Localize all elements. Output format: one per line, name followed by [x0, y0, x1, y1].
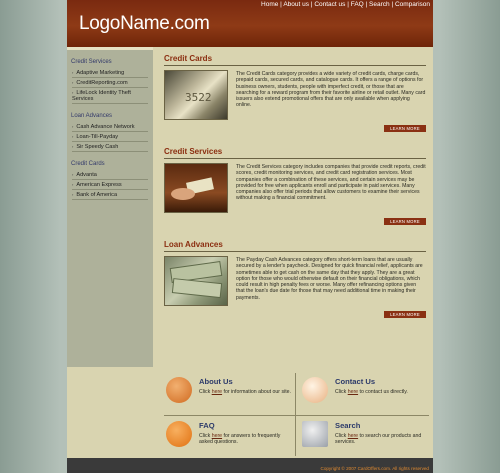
divider	[164, 158, 426, 159]
sidebar-arrow-icon: ›	[72, 123, 74, 129]
sidebar-item[interactable]: › CreditReporting.com	[72, 78, 148, 88]
learn-more-button[interactable]: LEARN MORE	[384, 125, 426, 132]
sidebar-item[interactable]: › Loan-Till-Payday	[72, 132, 148, 142]
sidebar-item-label: Loan-Till-Payday	[76, 133, 119, 140]
money-stack-photo	[164, 256, 228, 306]
sidebar-arrow-icon: ›	[72, 79, 74, 85]
sidebar-arrow-icon: ›	[72, 69, 74, 75]
search-link[interactable]: here	[348, 433, 358, 439]
sidebar-item-label: Advanta	[76, 171, 97, 178]
section-credit-cards: Credit Cards 3522 The Credit Cards categ…	[164, 54, 426, 147]
credit-card-photo: 3522	[164, 70, 228, 120]
nav-search[interactable]: Search	[369, 1, 390, 8]
question-icon	[166, 421, 192, 447]
nav-about[interactable]: About us	[283, 1, 309, 8]
sidebar-item-label: American Express	[76, 181, 122, 188]
copyright: Copyright © 2007 CardOffers.com. All rig…	[320, 466, 430, 471]
sidebar-item-label: Bank of America	[76, 191, 118, 198]
divider	[164, 415, 429, 416]
section-title: Loan Advances	[164, 240, 223, 249]
sidebar-arrow-icon: ›	[72, 89, 74, 95]
sidebar-item[interactable]: › LifeLock Identity Theft Services	[72, 88, 148, 104]
sidebar-item[interactable]: › Adaptive Marketing	[72, 68, 148, 78]
search-box: Search Click here to search our products…	[300, 419, 430, 457]
top-nav: Home | About us | Contact us | FAQ | Sea…	[261, 1, 430, 8]
sidebar-arrow-icon: ›	[72, 143, 74, 149]
divider	[164, 65, 426, 66]
search-title[interactable]: Search	[335, 421, 360, 430]
desc-pre: Click	[335, 433, 348, 439]
section-text: The Credit Cards category provides a wid…	[236, 71, 426, 109]
contact-us-desc: Click here to contact us directly.	[335, 389, 430, 395]
section-credit-services: Credit Services The Credit Services cate…	[164, 147, 426, 240]
contact-us-link[interactable]: here	[348, 389, 358, 395]
logo[interactable]: LogoName.com	[79, 13, 210, 35]
logo-bold: LogoName	[79, 13, 170, 34]
about-us-desc: Click here for information about our sit…	[199, 389, 294, 395]
sidebar-arrow-icon: ›	[72, 171, 74, 177]
header: LogoName.com Home | About us | Contact u…	[67, 0, 433, 47]
sidebar-arrow-icon: ›	[72, 133, 74, 139]
faq-title[interactable]: FAQ	[199, 421, 215, 430]
sidebar-item-label: CreditReporting.com	[76, 79, 128, 86]
phone-icon	[302, 377, 328, 403]
section-title: Credit Services	[164, 147, 223, 156]
faq-box: FAQ Click here for answers to frequently…	[164, 419, 294, 457]
bottom-links: About Us Click here for information abou…	[164, 373, 429, 456]
faq-desc: Click here for answers to frequently ask…	[199, 433, 294, 446]
desc-pre: Click	[199, 389, 212, 395]
logo-suffix: .com	[169, 13, 210, 34]
desc-post: to contact us directly.	[358, 389, 408, 395]
nav-home[interactable]: Home	[261, 1, 278, 8]
divider	[164, 251, 426, 252]
svg-text:3522: 3522	[185, 91, 212, 104]
sidebar-item[interactable]: › Advanta	[72, 170, 148, 180]
learn-more-button[interactable]: LEARN MORE	[384, 218, 426, 225]
nav-comparison[interactable]: Comparison	[395, 1, 430, 8]
sidebar-item-label: Cash Advance Network	[76, 123, 135, 130]
sidebar-heading: Credit Services	[71, 59, 112, 65]
main-content: Credit Cards 3522 The Credit Cards categ…	[164, 54, 426, 333]
sidebar-item[interactable]: › Cash Advance Network	[72, 122, 148, 132]
footer: Copyright © 2007 CardOffers.com. All rig…	[67, 458, 433, 473]
sidebar-item-label: LifeLock Identity Theft Services	[72, 89, 131, 102]
section-title: Credit Cards	[164, 54, 213, 63]
sidebar-item-label: Sir Speedy Cash	[76, 143, 119, 150]
about-us-title[interactable]: About Us	[199, 377, 233, 386]
sidebar-heading: Credit Cards	[71, 161, 105, 167]
contact-us-box: Contact Us Click here to contact us dire…	[300, 375, 430, 413]
sidebar-arrow-icon: ›	[72, 181, 74, 187]
desc-pre: Click	[335, 389, 348, 395]
desc-post: for information about our site.	[222, 389, 291, 395]
section-text: The Credit Services category includes co…	[236, 164, 426, 202]
learn-more-button[interactable]: LEARN MORE	[384, 311, 426, 318]
sidebar: Credit Services › Adaptive Marketing › Cre…	[67, 47, 153, 367]
about-us-link[interactable]: here	[212, 389, 222, 395]
page-container: LogoName.com Home | About us | Contact u…	[67, 0, 433, 473]
faq-link[interactable]: here	[212, 433, 222, 439]
sidebar-item[interactable]: › Bank of America	[72, 190, 148, 200]
sidebar-item[interactable]: › American Express	[72, 180, 148, 190]
magnifier-icon	[302, 421, 328, 447]
sidebar-heading: Loan Advances	[71, 113, 113, 119]
nav-contact[interactable]: Contact us	[314, 1, 345, 8]
desc-pre: Click	[199, 433, 212, 439]
sidebar-item[interactable]: › Sir Speedy Cash	[72, 142, 148, 152]
sidebar-item-label: Adaptive Marketing	[76, 69, 125, 76]
contact-us-title[interactable]: Contact Us	[335, 377, 375, 386]
search-desc: Click here to search our products and se…	[335, 433, 430, 446]
people-icon	[166, 377, 192, 403]
section-loan-advances: Loan Advances The Payday Cash Advances c…	[164, 240, 426, 333]
cash-handover-photo	[164, 163, 228, 213]
section-text: The Payday Cash Advances category offers…	[236, 257, 423, 301]
about-us-box: About Us Click here for information abou…	[164, 375, 294, 413]
nav-faq[interactable]: FAQ	[351, 1, 364, 8]
sidebar-arrow-icon: ›	[72, 191, 74, 197]
